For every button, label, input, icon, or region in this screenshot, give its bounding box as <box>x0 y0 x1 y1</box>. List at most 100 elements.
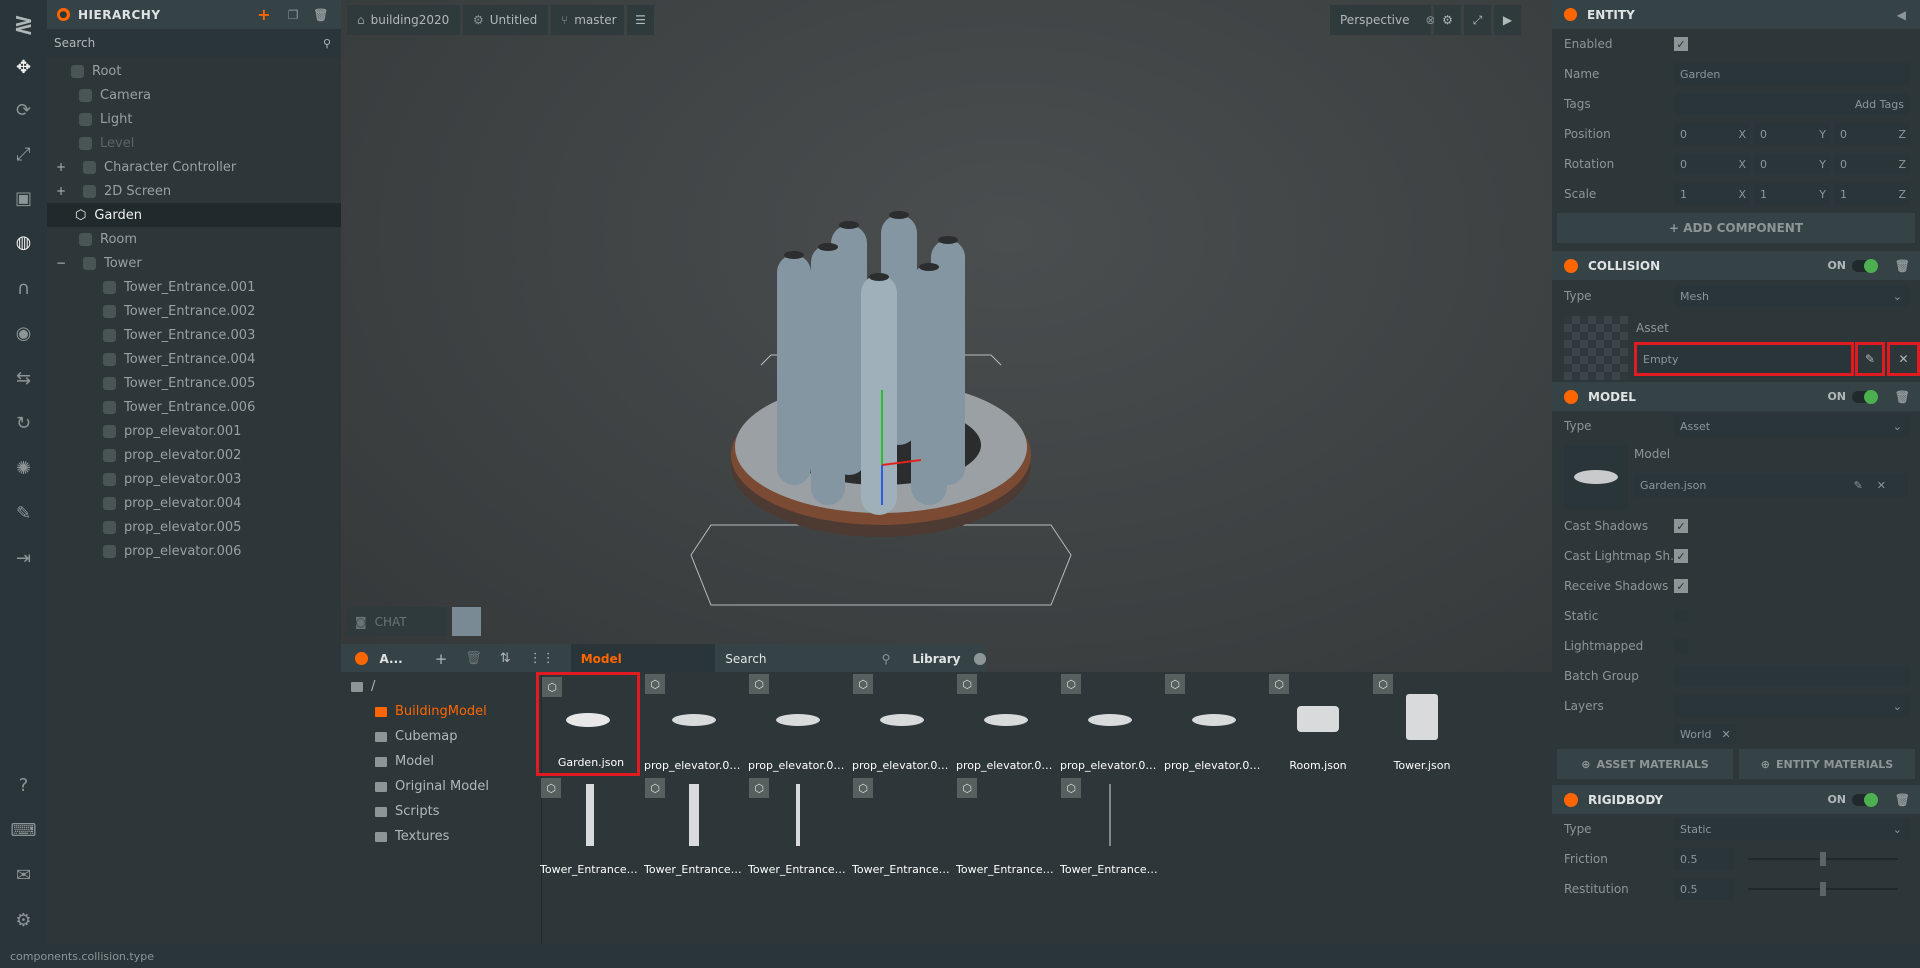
scale-x-field[interactable]: 1X <box>1674 183 1750 205</box>
tree-item-tower-entrance[interactable]: Tower_Entrance.003 <box>47 323 341 347</box>
delete-asset-icon[interactable]: 🗑 <box>465 651 482 666</box>
tree-item-level[interactable]: Level <box>47 131 341 155</box>
tree-item-garden[interactable]: ⬡ Garden <box>47 203 341 227</box>
hierarchy-search-input[interactable]: Search ⚲ <box>47 29 341 57</box>
branch-button[interactable]: ⑂ master <box>551 5 624 35</box>
folder-original-model[interactable]: Original Model <box>341 774 541 799</box>
delete-icon[interactable]: 🗑 <box>1895 793 1910 807</box>
friction-field[interactable]: 0.5 <box>1674 848 1734 870</box>
restitution-slider[interactable] <box>1748 882 1898 896</box>
clear-asset-button[interactable]: ✕ <box>1887 342 1920 376</box>
asset-search-input[interactable]: Search ⚲ <box>715 644 898 673</box>
avatar[interactable] <box>452 607 481 636</box>
asset-tile-prop-elevator[interactable]: ⬡ prop_elevator.00... <box>642 672 746 776</box>
folder-root[interactable]: / <box>341 674 541 699</box>
asset-tile-tower-entrance[interactable]: ⬡ Tower_Entrance.... <box>954 776 1058 880</box>
tree-item-prop-elevator[interactable]: prop_elevator.004 <box>47 491 341 515</box>
model-header[interactable]: MODEL ON 🗑 <box>1552 382 1920 411</box>
delete-icon[interactable]: 🗑 <box>313 8 329 22</box>
model-toggle[interactable]: ON <box>1827 389 1878 404</box>
enabled-checkbox[interactable]: ✓ <box>1674 37 1688 51</box>
tree-item-room[interactable]: Room <box>47 227 341 251</box>
asset-tile-prop-elevator[interactable]: ⬡ prop_elevator.00... <box>746 672 850 776</box>
scale-y-field[interactable]: 1Y <box>1754 183 1830 205</box>
rigidbody-toggle[interactable]: ON <box>1827 792 1878 807</box>
scene-button[interactable]: ⚙ Untitled <box>463 5 548 35</box>
asset-tile-tower-entrance[interactable]: ⬡ Tower_Entrance.... <box>538 776 642 880</box>
rigidbody-type-select[interactable]: Static ⌄ <box>1674 818 1910 840</box>
tree-item-prop-elevator[interactable]: prop_elevator.003 <box>47 467 341 491</box>
launch-button[interactable]: ▶ <box>1494 5 1521 35</box>
tree-item-tower-entrance[interactable]: Tower_Entrance.006 <box>47 395 341 419</box>
asset-tile-prop-elevator[interactable]: ⬡ prop_elevator.00... <box>1058 672 1162 776</box>
asset-tile-room[interactable]: ⬡ Room.json <box>1266 672 1370 776</box>
folder-model[interactable]: Model <box>341 749 541 774</box>
tree-item-prop-elevator[interactable]: prop_elevator.002 <box>47 443 341 467</box>
batch-group-select[interactable] <box>1674 665 1910 687</box>
model-asset-field[interactable]: Garden.json ✎✕ <box>1634 473 1908 497</box>
edit-asset-button[interactable]: ✎ <box>1855 342 1885 376</box>
cast-lightmap-checkbox[interactable]: ✓ <box>1674 549 1688 563</box>
asset-tile-tower[interactable]: ⬡ Tower.json <box>1370 672 1474 776</box>
help-icon[interactable]: ? <box>0 765 47 805</box>
asset-tile-prop-elevator[interactable]: ⬡ prop_elevator.00... <box>954 672 1058 776</box>
asset-tile-tower-entrance[interactable]: ⬡ Tower_Entrance.... <box>642 776 746 880</box>
collapse-icon[interactable]: − <box>55 256 67 270</box>
settings-icon[interactable]: ⚙ <box>0 900 47 940</box>
add-component-button[interactable]: + ADD COMPONENT <box>1557 213 1915 243</box>
folder-scripts[interactable]: Scripts <box>341 799 541 824</box>
chat-icon[interactable]: ✉ <box>0 855 47 895</box>
history-icon[interactable]: ↻ <box>0 403 47 443</box>
position-y-field[interactable]: 0Y <box>1754 123 1830 145</box>
close-icon[interactable]: ✕ <box>1722 728 1731 741</box>
tree-item-tower-entrance[interactable]: Tower_Entrance.001 <box>47 275 341 299</box>
menu-button[interactable]: ☰ <box>627 5 654 35</box>
collision-toggle[interactable]: ON <box>1827 258 1878 273</box>
scale-icon[interactable]: ⤢ <box>0 134 47 174</box>
export-icon[interactable]: ⇥ <box>0 538 47 578</box>
entity-materials-button[interactable]: ⊕ ENTITY MATERIALS <box>1739 749 1915 779</box>
assets-toggle-icon[interactable] <box>355 652 368 665</box>
library-close-icon[interactable] <box>974 652 986 665</box>
world-icon[interactable]: ◍ <box>0 222 47 262</box>
cast-shadows-checkbox[interactable]: ✓ <box>1674 519 1688 533</box>
eye-icon[interactable]: ◉ <box>0 313 47 353</box>
folder-buildingmodel[interactable]: BuildingModel <box>341 699 541 724</box>
rotation-y-field[interactable]: 0Y <box>1754 153 1830 175</box>
edit-clear-icons[interactable]: ✎✕ <box>1854 479 1900 492</box>
edit-icon[interactable]: ✎ <box>0 493 47 533</box>
tree-item-tower-entrance[interactable]: Tower_Entrance.004 <box>47 347 341 371</box>
tags-field[interactable]: Add Tags <box>1674 93 1910 115</box>
tree-item-tower-entrance[interactable]: Tower_Entrance.005 <box>47 371 341 395</box>
model-type-select[interactable]: Asset ⌄ <box>1674 415 1910 437</box>
scale-z-field[interactable]: 1Z <box>1834 183 1910 205</box>
asset-tile-prop-elevator[interactable]: ⬡ prop_elevator.00... <box>1162 672 1266 776</box>
keyboard-icon[interactable]: ⌨ <box>0 810 47 850</box>
library-button[interactable]: Library <box>912 652 960 666</box>
collapse-panel-icon[interactable]: ◀ <box>1897 8 1906 22</box>
rotation-x-field[interactable]: 0X <box>1674 153 1750 175</box>
collision-header[interactable]: COLLISION ON 🗑 <box>1552 251 1920 280</box>
static-checkbox[interactable] <box>1674 609 1688 623</box>
tree-item-light[interactable]: Light <box>47 107 341 131</box>
asset-materials-button[interactable]: ⊕ ASSET MATERIALS <box>1557 749 1733 779</box>
rigidbody-header[interactable]: RIGIDBODY ON 🗑 <box>1552 785 1920 814</box>
layer-tag-world[interactable]: World ✕ <box>1674 724 1737 744</box>
light-icon[interactable]: ✺ <box>0 448 47 488</box>
layers-select[interactable]: ⌄ <box>1674 695 1910 717</box>
scene-viewport[interactable]: ⌂ building2020 ⚙ Untitled ⑂ master ☰ Perspe… <box>341 0 1552 672</box>
delete-icon[interactable]: 🗑 <box>1895 390 1910 404</box>
duplicate-icon[interactable]: ❐ <box>288 8 299 22</box>
expand-icon[interactable]: + <box>55 184 67 198</box>
move-icon[interactable]: ✥ <box>0 47 47 87</box>
friction-slider[interactable] <box>1748 852 1898 866</box>
collision-type-select[interactable]: Mesh ⌄ <box>1674 285 1910 307</box>
chat-tab[interactable]: ◙ CHAT <box>347 607 447 636</box>
folder-textures[interactable]: Textures <box>341 824 541 849</box>
add-entity-icon[interactable]: + <box>257 5 271 24</box>
tree-item-2d-screen[interactable]: +2D Screen <box>47 179 341 203</box>
viewport-settings-button[interactable]: ⚙ <box>1434 5 1461 35</box>
name-field[interactable]: Garden <box>1674 63 1910 85</box>
magnet-icon[interactable]: ∩ <box>0 268 47 308</box>
tree-item-root[interactable]: Root <box>47 59 341 83</box>
